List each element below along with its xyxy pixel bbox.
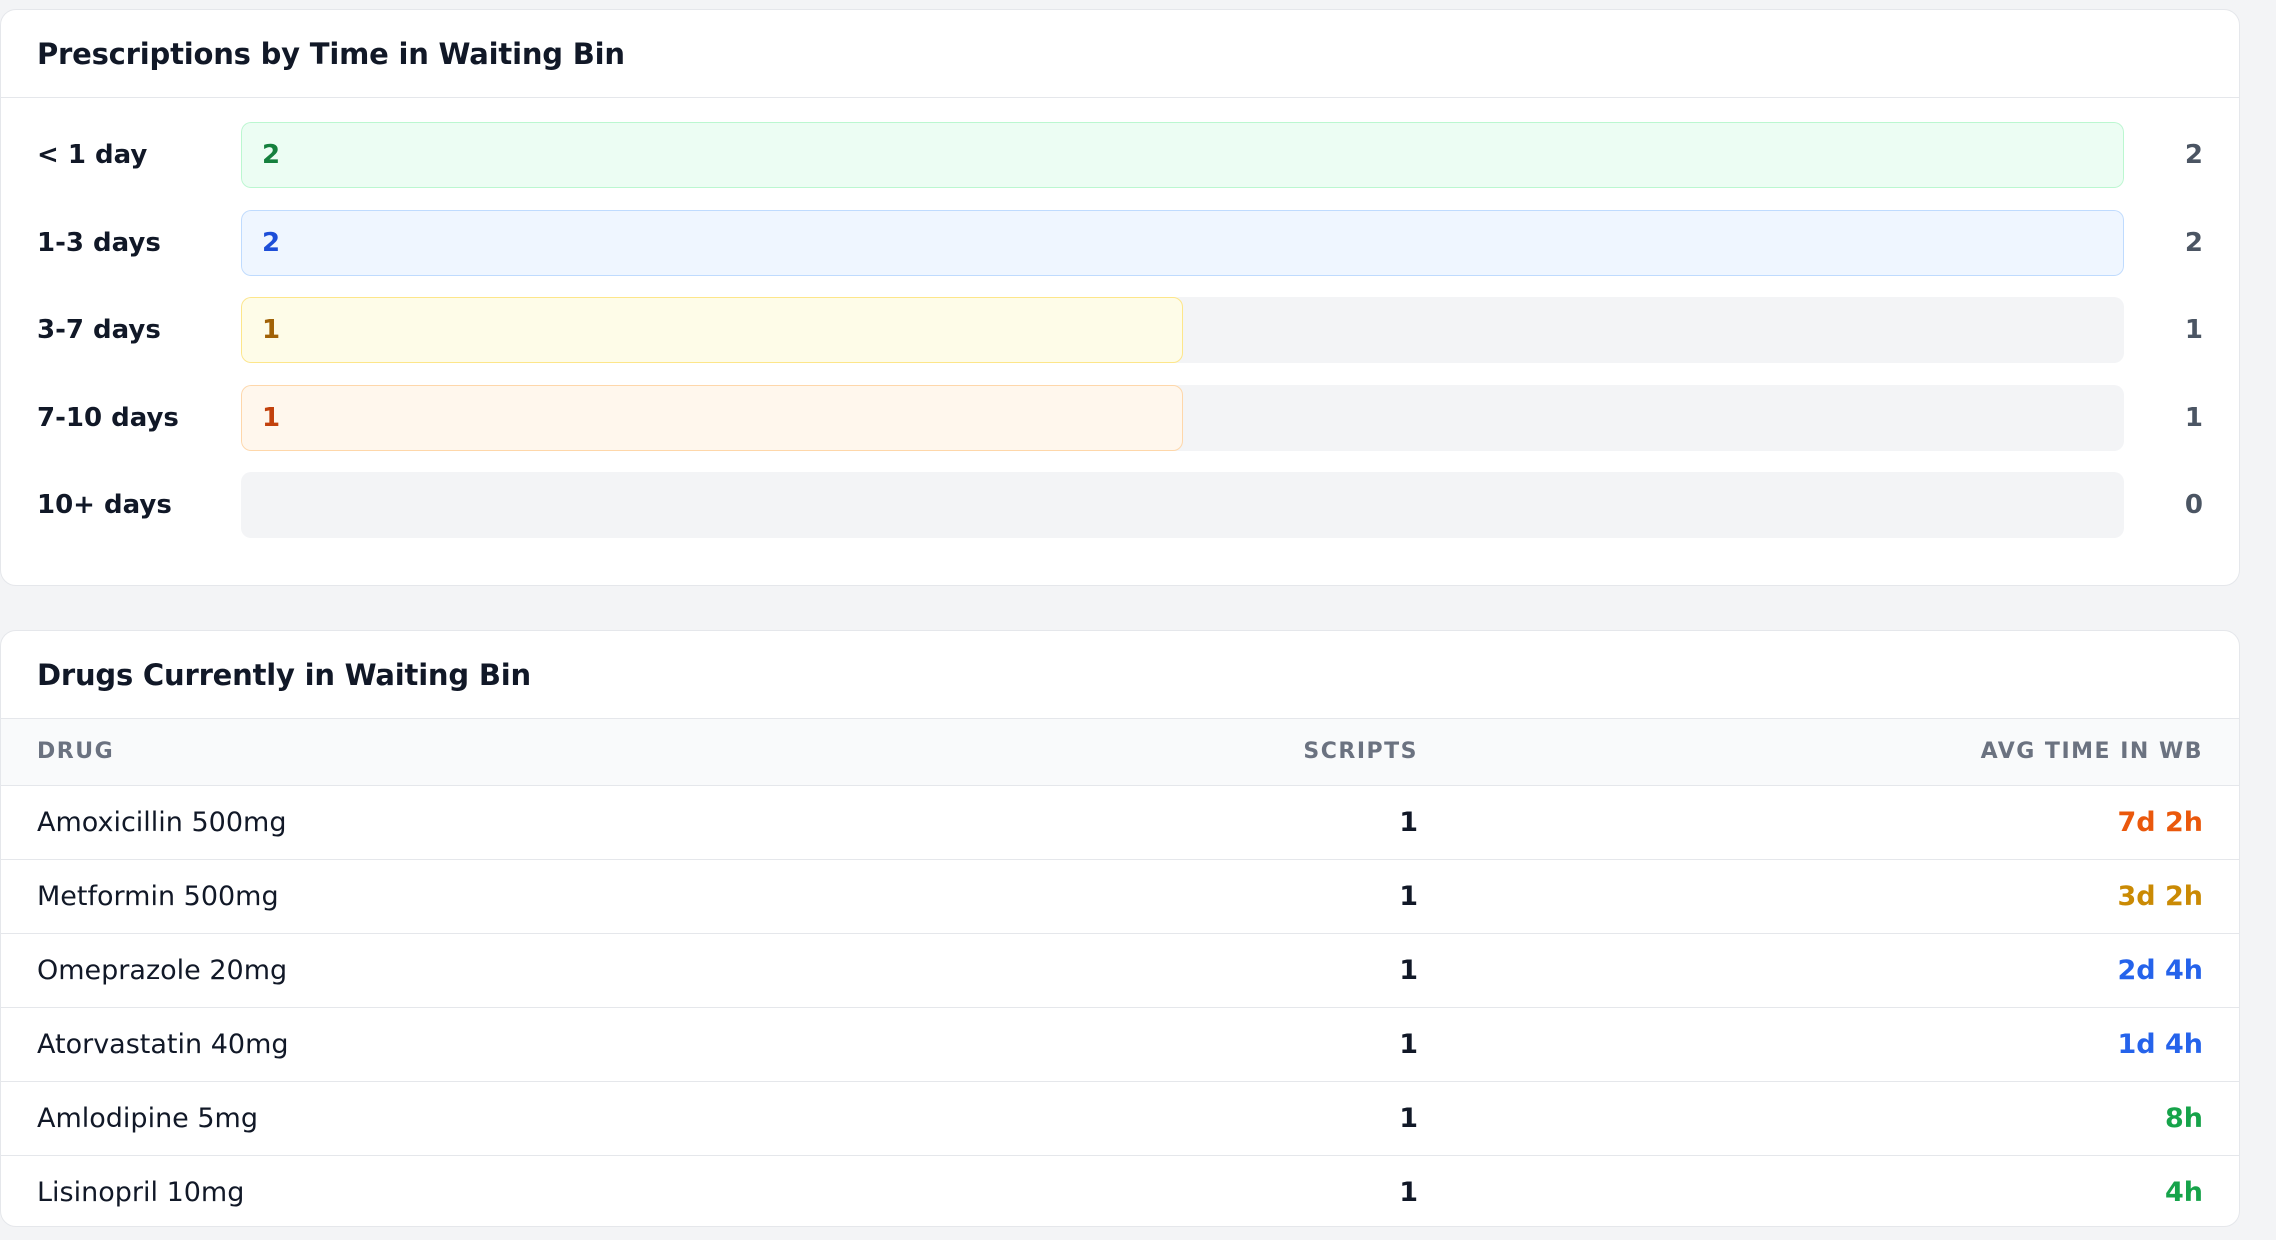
bin-bar-fill: 2 bbox=[241, 122, 2124, 188]
bin-count: 2 bbox=[2184, 140, 2203, 170]
avg-time-cell: 2d 4h bbox=[1419, 933, 2239, 1008]
column-header-drug[interactable]: DRUG bbox=[1, 719, 1001, 786]
scripts-count-cell: 1 bbox=[1001, 933, 1419, 1008]
waiting-bin-histogram-card: Prescriptions by Time in Waiting Bin < 1… bbox=[0, 9, 2240, 586]
bin-label: < 1 day bbox=[37, 140, 148, 170]
card-title: Drugs Currently in Waiting Bin bbox=[1, 631, 2239, 719]
bin-label: 7-10 days bbox=[37, 402, 179, 433]
bin-bar-track bbox=[241, 472, 2124, 538]
drug-name-cell: Metformin 500mg bbox=[1, 859, 1001, 934]
bin-bar-fill: 1 bbox=[241, 297, 1183, 363]
table-row[interactable]: Omeprazole 20mg 1 2d 4h bbox=[1, 933, 2239, 1008]
bin-label: 10+ days bbox=[37, 490, 172, 520]
scripts-count-cell: 1 bbox=[1001, 785, 1419, 860]
bin-label: 1-3 days bbox=[37, 227, 161, 258]
table-row[interactable]: Metformin 500mg 1 3d 2h bbox=[1, 859, 2239, 934]
drug-name-cell: Lisinopril 10mg bbox=[37, 1176, 245, 1208]
scripts-count-cell: 1 bbox=[1001, 1007, 1419, 1082]
bin-bar-fill: 2 bbox=[241, 209, 2124, 276]
drug-name-cell: Omeprazole 20mg bbox=[1, 933, 1001, 1008]
bin-row: 1-3 days 2 2 bbox=[37, 209, 2203, 276]
card-title: Prescriptions by Time in Waiting Bin bbox=[1, 10, 2239, 98]
bin-row: 7-10 days 1 1 bbox=[37, 384, 2203, 451]
table-body: Amoxicillin 500mg 1 7d 2h Metformin 500mg 1 3… bbox=[1, 785, 2239, 1226]
avg-time-cell: 7d 2h bbox=[1419, 785, 2239, 860]
bin-bar-track: 2 bbox=[241, 122, 2124, 188]
bin-count: 2 bbox=[2184, 227, 2203, 258]
table-row[interactable]: Amlodipine 5mg 1 8h bbox=[1, 1081, 2239, 1156]
scripts-count-cell: 1 bbox=[1001, 1081, 1419, 1156]
drug-name-cell: Amoxicillin 500mg bbox=[1, 785, 1001, 860]
bin-list: < 1 day 2 2 1-3 days 2 2 3-7 days 1 1 7-10 days 1 1… bbox=[1, 98, 2239, 538]
drugs-in-waiting-bin-card: Drugs Currently in Waiting Bin DRUG SCRI… bbox=[0, 630, 2240, 1227]
bin-row: 10+ days 0 bbox=[37, 472, 2203, 538]
scripts-count-cell: 1 bbox=[1399, 1176, 1418, 1208]
bin-count: 1 bbox=[2184, 402, 2203, 433]
bin-bar-track: 1 bbox=[241, 384, 2124, 451]
bin-row: 3-7 days 1 1 bbox=[37, 297, 2203, 363]
bin-count: 0 bbox=[2184, 490, 2203, 520]
bin-bar-track: 1 bbox=[241, 297, 2124, 363]
table-row[interactable]: Amoxicillin 500mg 1 7d 2h bbox=[1, 785, 2239, 860]
table-header-row: DRUG SCRIPTS AVG TIME IN WB bbox=[1, 719, 2239, 786]
column-header-scripts[interactable]: SCRIPTS bbox=[1001, 719, 1419, 786]
avg-time-cell: 8h bbox=[1419, 1081, 2239, 1156]
avg-time-cell: 1d 4h bbox=[1419, 1007, 2239, 1082]
table-row[interactable]: Atorvastatin 40mg 1 1d 4h bbox=[1, 1007, 2239, 1082]
table-row[interactable]: Lisinopril 10mg 1 4h bbox=[1, 1155, 2239, 1226]
avg-time-cell: 3d 2h bbox=[1419, 859, 2239, 934]
bin-label: 3-7 days bbox=[37, 315, 161, 345]
column-header-avg-time[interactable]: AVG TIME IN WB bbox=[1419, 719, 2239, 786]
drug-name-cell: Amlodipine 5mg bbox=[1, 1081, 1001, 1156]
bin-bar-fill: 1 bbox=[241, 384, 1183, 451]
avg-time-cell: 4h bbox=[2164, 1176, 2203, 1208]
drugs-table: DRUG SCRIPTS AVG TIME IN WB Amoxicillin … bbox=[1, 719, 2239, 1226]
drug-name-cell: Atorvastatin 40mg bbox=[1, 1007, 1001, 1082]
scripts-count-cell: 1 bbox=[1001, 859, 1419, 934]
bin-row: < 1 day 2 2 bbox=[37, 122, 2203, 188]
bin-bar-track: 2 bbox=[241, 209, 2124, 276]
bin-count: 1 bbox=[2184, 315, 2203, 345]
